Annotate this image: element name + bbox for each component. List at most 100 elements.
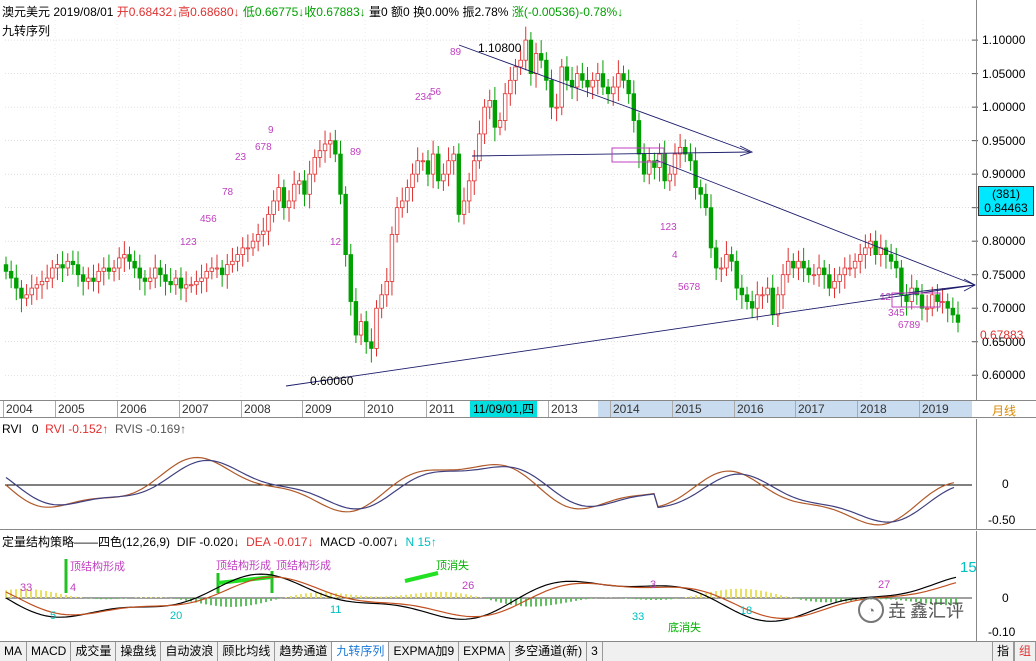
tab-7[interactable]: 九转序列 [332, 642, 390, 661]
candle-body [744, 294, 750, 302]
sequence-marker: 78 [222, 187, 234, 198]
candle-body [261, 230, 266, 235]
candle-body [585, 79, 590, 88]
candle-body [456, 153, 462, 215]
candle-body [899, 267, 904, 296]
candle-body [641, 153, 647, 175]
candle-body [297, 180, 302, 185]
candle-body [142, 277, 148, 282]
candle-body [811, 274, 817, 277]
rvi-header: RVI 0 RVI -0.152↑ RVIS -0.169↑ [2, 422, 186, 436]
candle-body [708, 207, 714, 249]
candle-body [353, 301, 359, 336]
candle-body [595, 73, 600, 81]
tab-indicator[interactable]: 指 [991, 642, 1014, 661]
candle-body [384, 281, 389, 296]
candle-body [446, 160, 451, 175]
quote-date: 2019/08/01 [53, 5, 114, 19]
year-label: 2004 [6, 402, 33, 416]
candle-body [729, 254, 734, 262]
watermark: ◔ 垚鑫汇评 [858, 597, 964, 623]
change-value: 涨(-0.00536)-0.78%↓ [511, 5, 624, 19]
price-label: 1.05000 [982, 66, 1026, 81]
candle-body [39, 281, 45, 286]
tab-10[interactable]: 多空通道(新) [510, 642, 588, 661]
tab-5[interactable]: 顾比均线 [218, 642, 276, 661]
quote-info-line: 澳元美元 2019/08/01 开0.68432↓高0.68680↓ 低0.66… [2, 3, 623, 20]
tab-3[interactable]: 操盘线 [116, 642, 162, 661]
candle-body [230, 260, 235, 266]
watermark-prefix: 垚 [888, 601, 906, 621]
year-separator [179, 401, 180, 417]
candle-body [765, 287, 770, 296]
trading-terminal-window: 123 456 78 23 678 9 12 89 234 56 89 123 4 5678 12 345 67… [0, 0, 1036, 661]
tab-0[interactable]: MA [0, 642, 27, 661]
year-label: 2016 [737, 402, 764, 416]
macd-panel[interactable]: 定量结构策略——四色(12,26,9) DIF -0.020↓ DEA -0.0… [0, 531, 1036, 641]
rvis-line [5, 459, 955, 523]
year-label: 2009 [305, 402, 332, 416]
candle-body [183, 284, 189, 289]
tab-4[interactable]: 自动波浪 [161, 642, 219, 661]
period-label[interactable]: 月线 [992, 402, 1016, 419]
candle-body [611, 86, 616, 95]
candle-body [425, 160, 431, 175]
year-separator [734, 401, 735, 417]
year-label: 2005 [58, 402, 85, 416]
candle-body [940, 301, 945, 303]
tab-9[interactable]: EXPMA [459, 642, 511, 661]
price-chart[interactable]: 1234567823678912892345689123456781234567… [0, 0, 1036, 400]
candle-body [75, 264, 81, 276]
candle-body [369, 341, 374, 349]
year-separator [241, 401, 242, 417]
range-selection[interactable] [598, 401, 972, 417]
candle-body [647, 160, 652, 175]
year-separator [919, 401, 920, 417]
price-chart-panel[interactable]: 123 456 78 23 678 9 12 89 234 56 89 123 4 5678 12 345 67… [0, 0, 1036, 400]
candle-body [158, 267, 163, 276]
candle-body [178, 277, 184, 289]
cursor-date: 11/09/01,四 [470, 401, 538, 417]
rvi-param: 0 [31, 422, 39, 436]
candle-body [477, 133, 482, 162]
candle-body [508, 79, 513, 95]
candle-body [358, 321, 364, 336]
candle-body [688, 153, 693, 162]
candle-body [760, 294, 765, 297]
rvi-panel[interactable]: RVI 0 RVI -0.152↑ RVIS -0.169↑ 0 -0.50 [0, 419, 1036, 530]
candle-body [153, 267, 158, 279]
tab-2[interactable]: 成交量 [71, 642, 117, 661]
year-label: 2019 [922, 402, 949, 416]
candle-body [441, 173, 446, 182]
candle-body [930, 294, 935, 309]
candle-body [348, 254, 353, 302]
candle-body [168, 281, 173, 286]
candle-body [255, 234, 261, 242]
tab-11[interactable]: 3 [587, 642, 603, 661]
turnover-value: 换0.00% [413, 5, 460, 19]
count-label-10: 27 [878, 579, 891, 591]
count-label-3: 5 [50, 610, 57, 622]
tab-group[interactable]: 组 [1013, 642, 1036, 661]
indicator-tab-bar: MA MACD 成交量 操盘线 自动波浪 顾比均线 趋势通道 九转序列 EXPMA加9 EXPMA… [0, 641, 1036, 661]
tab-8[interactable]: EXPMA加9 [389, 642, 460, 661]
candle-body [132, 260, 137, 269]
candle-body [538, 53, 544, 61]
macd-value: MACD -0.007↓ [320, 535, 399, 549]
tab-1[interactable]: MACD [27, 642, 72, 661]
indicator-title: 九转序列 [2, 24, 51, 38]
candle-body [405, 187, 410, 202]
candle-body [894, 260, 899, 269]
sequence-marker: 456 [200, 214, 217, 225]
candle-body [791, 260, 796, 269]
bottom-disappear-label: 底消失 [668, 622, 701, 634]
low-value: 低0.66775↓ [242, 5, 305, 19]
year-label: 2008 [244, 402, 271, 416]
candle-body [770, 287, 775, 316]
dif-value: DIF -0.020↓ [176, 535, 240, 549]
candle-body [693, 160, 698, 188]
low-annotation: 0.60060 [310, 374, 354, 388]
candle-body [780, 274, 786, 296]
macd-scale-zero: 0 [1002, 591, 1009, 605]
tab-6[interactable]: 趋势通道 [275, 642, 333, 661]
